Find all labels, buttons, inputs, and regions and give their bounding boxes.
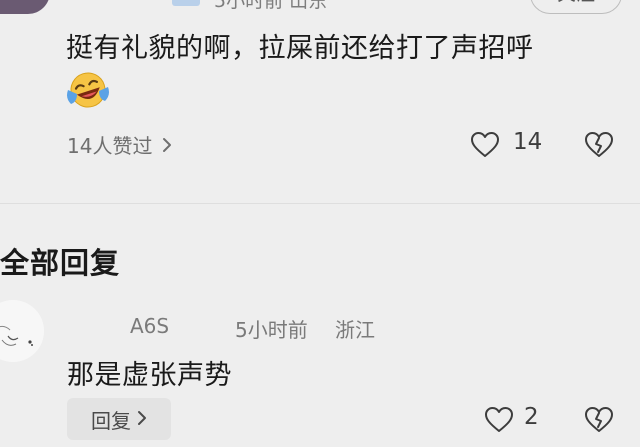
reply-button-label: 回复 bbox=[91, 408, 131, 433]
reply-time: 5小时前 bbox=[235, 318, 308, 342]
section-title: 全部回复 bbox=[0, 246, 121, 280]
section-divider bbox=[0, 203, 640, 204]
broken-heart-icon[interactable] bbox=[584, 406, 614, 434]
heart-icon[interactable] bbox=[484, 406, 514, 434]
chevron-right-icon bbox=[137, 407, 147, 431]
avatar[interactable] bbox=[0, 300, 44, 362]
follow-button[interactable]: 关注 bbox=[530, 0, 622, 14]
top-comment-meta: 5小时前 山东 bbox=[214, 0, 328, 12]
reply-button[interactable]: 回复 bbox=[67, 398, 171, 440]
reply-text: 那是虚张声势 bbox=[67, 360, 232, 391]
laugh-cry-emoji bbox=[66, 70, 110, 110]
likers-link[interactable]: 14人赞过 bbox=[67, 130, 172, 159]
like-count: 2 bbox=[524, 404, 539, 430]
reply-location: 浙江 bbox=[335, 318, 375, 342]
like-count: 14 bbox=[513, 129, 543, 155]
broken-heart-icon[interactable] bbox=[584, 131, 614, 159]
chevron-right-icon bbox=[162, 137, 172, 153]
top-comment-avatar[interactable] bbox=[0, 0, 50, 14]
comment-text: 挺有礼貌的啊，拉屎前还给打了声招呼 bbox=[66, 33, 534, 64]
user-badge bbox=[172, 0, 200, 6]
likers-text: 14人赞过 bbox=[67, 134, 153, 158]
heart-icon[interactable] bbox=[470, 131, 500, 159]
reply-username[interactable]: A6S bbox=[130, 314, 169, 338]
